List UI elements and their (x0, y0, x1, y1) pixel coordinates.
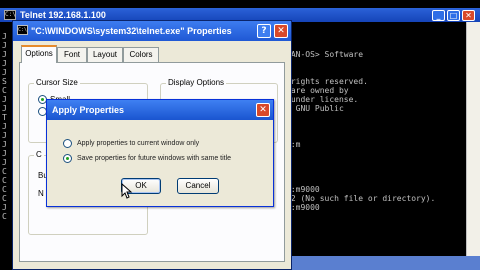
console-close-button[interactable]: ✕ (462, 10, 475, 21)
console-left-char: S (2, 77, 7, 86)
console-left-char: J (2, 95, 7, 104)
save-future-label[interactable]: Save properties for future windows with … (77, 154, 231, 163)
console-left-char: J (2, 104, 7, 113)
console-scrollbar[interactable] (466, 22, 480, 256)
console-left-char: J (2, 149, 7, 158)
save-future-radio[interactable] (63, 154, 72, 163)
minimize-button[interactable]: _ (432, 10, 445, 21)
console-left-char: C (2, 185, 7, 194)
display-options-label: Display Options (166, 78, 227, 88)
console-line: are owned by (286, 86, 349, 95)
tab-options[interactable]: Options (21, 45, 57, 63)
properties-title: "C:\WINDOWS\system32\telnet.exe" Propert… (31, 26, 232, 36)
console-left-char: J (2, 122, 7, 131)
console-left-char: J (2, 50, 7, 59)
console-left-char: J (2, 32, 7, 41)
console-left-char: T (2, 113, 7, 122)
console-left-char: C (2, 194, 7, 203)
console-left-char: C (2, 86, 7, 95)
apply-title: Apply Properties (52, 105, 125, 115)
console-line: rights reserved. (286, 77, 368, 86)
console-line: 02 (No such file or directory). (286, 194, 436, 203)
console-left-char: J (2, 59, 7, 68)
console-left-char: C (2, 167, 7, 176)
tab-font[interactable]: Font (57, 47, 87, 62)
console-left-char: J (2, 140, 7, 149)
console-app-icon: C:\ (4, 10, 16, 20)
console-left-char: C (2, 176, 7, 185)
console-left-char: J (2, 203, 7, 212)
desktop-background (292, 256, 480, 270)
apply-current-label[interactable]: Apply properties to current window only (77, 139, 199, 148)
maximize-button[interactable]: □ (447, 10, 460, 21)
number-of-buffers-label: N (38, 189, 44, 198)
console-left-char: J (2, 131, 7, 140)
properties-close-button[interactable]: ✕ (274, 24, 288, 38)
apply-current-radio[interactable] (63, 139, 72, 148)
help-button[interactable]: ? (257, 24, 271, 38)
console-app-icon: C:\ (17, 25, 28, 35)
console-left-char: J (2, 68, 7, 77)
apply-properties-dialog: Apply Properties ✕ Apply properties to c… (46, 99, 274, 207)
console-line: SAN-OS> Software (286, 50, 364, 59)
mouse-pointer-icon (121, 183, 133, 199)
apply-close-button[interactable]: ✕ (256, 103, 270, 117)
apply-options: Apply properties to current window only … (51, 122, 269, 204)
console-left-char: J (2, 158, 7, 167)
cancel-button[interactable]: Cancel (177, 178, 219, 194)
tab-layout[interactable]: Layout (87, 47, 123, 62)
console-left-char: J (2, 41, 7, 50)
console-line: under license. (286, 95, 359, 104)
console-line: e GNU Public (286, 104, 344, 113)
command-history-label: C (34, 150, 44, 160)
cursor-size-label: Cursor Size (34, 78, 80, 88)
console-left-char: C (2, 212, 7, 221)
tab-colors[interactable]: Colors (123, 47, 159, 62)
